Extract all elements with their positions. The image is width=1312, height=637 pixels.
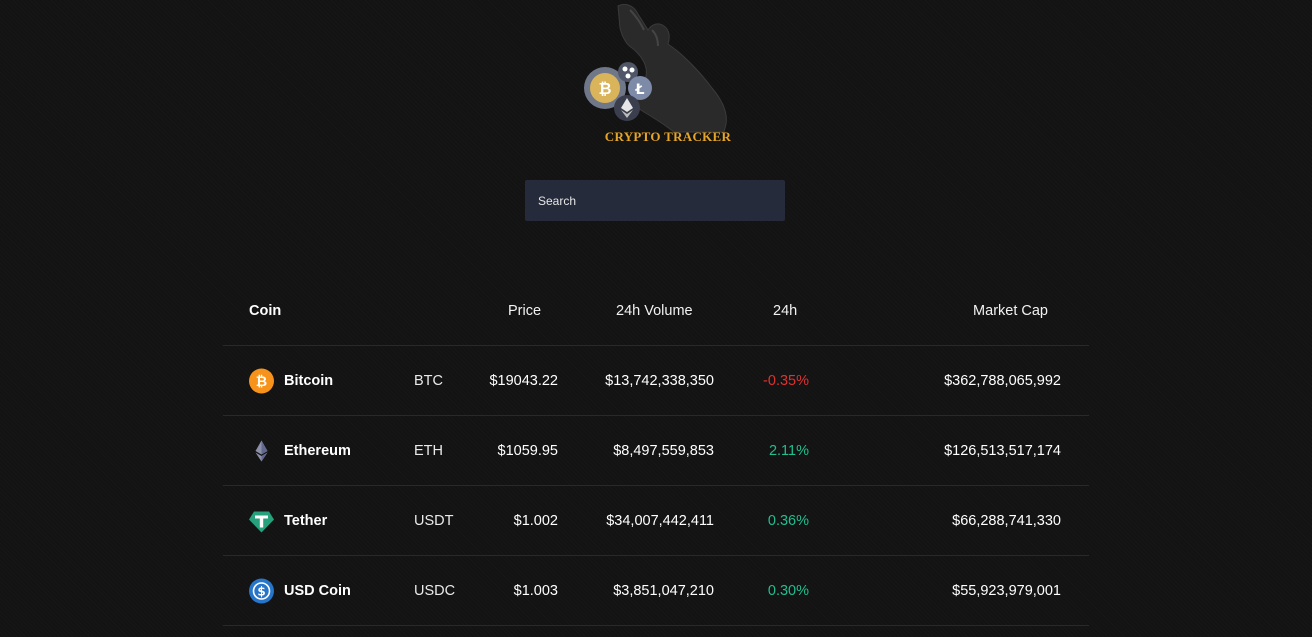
coin-change: 2.11% [768,442,809,459]
header-volume: 24h Volume [616,302,693,319]
coin-market-cap: $66,288,741,330 [952,512,1061,529]
table-row[interactable]: Tether USDT $1.002 $34,007,442,411 0.36%… [223,486,1089,556]
usd-coin-icon: $ [249,578,274,603]
coin-change: -0.35% [763,372,809,389]
logo-text: CRYPTO TRACKER [604,129,732,144]
coin-price: $19043.22 [489,372,558,389]
coin-name: Tether [284,512,328,529]
table-row[interactable]: ₿ Bitcoin BTC $19043.22 $13,742,338,350 … [223,346,1089,416]
coin-symbol: BTC [414,372,443,389]
search-input[interactable] [525,180,785,221]
coin-volume: $13,742,338,350 [605,372,714,389]
svg-text:$: $ [257,584,265,598]
coin-change: 0.36% [767,512,809,529]
coin-price: $1.003 [513,582,558,599]
header-market-cap: Market Cap [973,302,1048,319]
tether-icon [249,508,274,533]
bitcoin-icon: ₿ [249,368,274,393]
coin-volume: $3,851,047,210 [613,582,714,599]
coin-market-cap: $362,788,065,992 [944,372,1061,389]
svg-text:₿: ₿ [256,374,267,390]
coin-volume: $8,497,559,853 [613,442,714,459]
page: ₿ Ł CRYPTO TRACKER Coin Price 24h Volume… [0,0,1312,637]
coin-name: Bitcoin [284,372,334,389]
coin-price: $1059.95 [497,442,558,459]
header-change: 24h [773,302,798,319]
svg-text:₿: ₿ [598,79,611,98]
coin-symbol: USDT [414,512,454,529]
coin-price: $1.002 [513,512,558,529]
svg-text:Ł: Ł [635,82,645,98]
coin-name: Ethereum [284,442,351,459]
coin-market-cap: $126,513,517,174 [944,442,1061,459]
table-row[interactable]: $ USD Coin USDC $1.003 $3,851,047,210 0.… [223,556,1089,626]
coin-symbol: ETH [414,442,443,459]
coin-market-cap: $55,923,979,001 [952,582,1061,599]
ethereum-icon [249,438,274,463]
coin-symbol: USDC [414,582,456,599]
coin-name: USD Coin [284,582,351,599]
coin-volume: $34,007,442,411 [606,512,714,529]
coin-change: 0.30% [767,582,809,599]
header-coin: Coin [249,302,282,319]
coin-table: Coin Price 24h Volume 24h Market Cap ₿ B… [223,276,1089,626]
header-price: Price [508,302,542,319]
table-header: Coin Price 24h Volume 24h Market Cap [223,276,1089,346]
table-row[interactable]: Ethereum ETH $1059.95 $8,497,559,853 2.1… [223,416,1089,486]
